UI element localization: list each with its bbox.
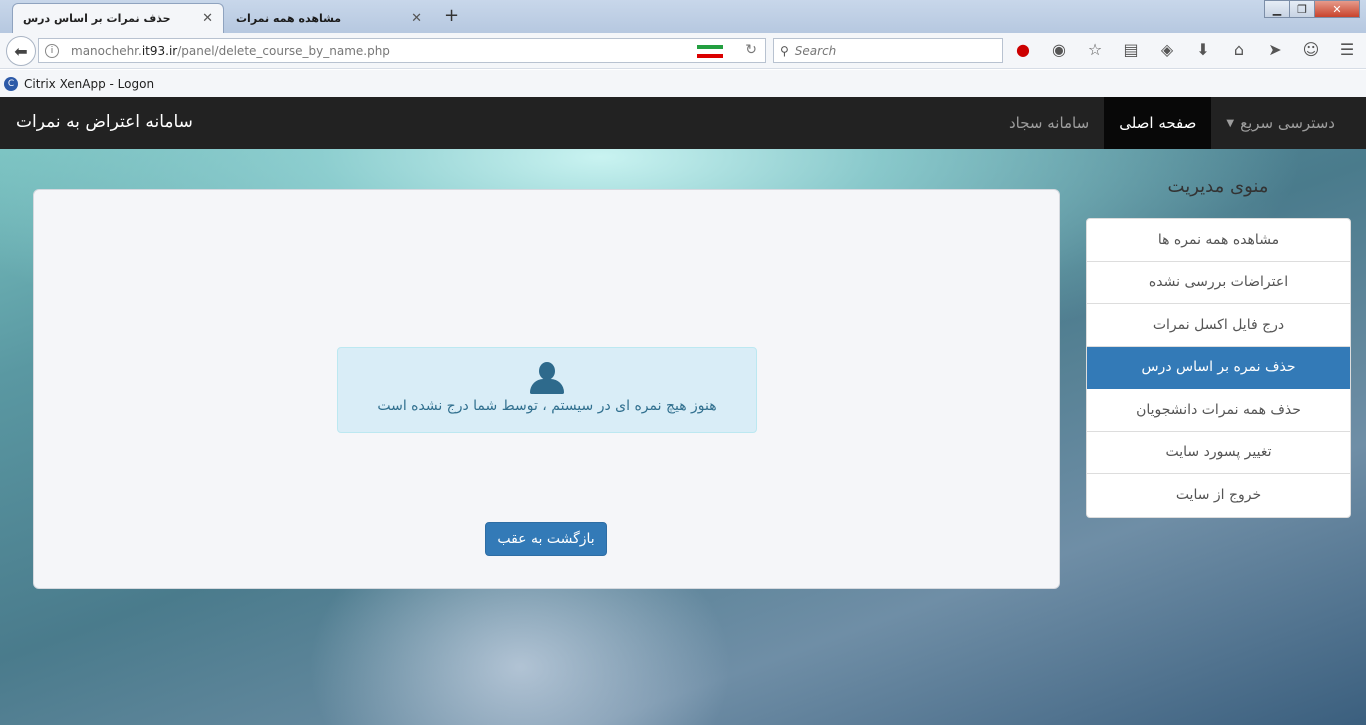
toolbar-icons: ● ◉ ☆ ▤ ◈ ⬇ ⌂ ➤ ☺ ☰: [1012, 40, 1358, 59]
admin-menu: مشاهده همه نمره ها اعتراضات بررسی نشده د…: [1086, 218, 1351, 518]
home-icon[interactable]: ⌂: [1228, 40, 1250, 59]
menu-logout[interactable]: خروج از سایت: [1087, 474, 1350, 517]
menu-change-password[interactable]: تغییر پسورد سایت: [1087, 432, 1350, 474]
main-panel: هنوز هیچ نمره ای در سیستم ، توسط شما درج…: [33, 189, 1060, 589]
nav-home-label: صفحه اصلی: [1119, 114, 1197, 132]
nav-links: دسترسی سریع ▼ صفحه اصلی سامانه سجاد: [994, 97, 1350, 149]
tab-title: حذف نمرات بر اساس درس: [23, 12, 171, 25]
nav-quick-access[interactable]: دسترسی سریع ▼: [1211, 97, 1350, 149]
search-input[interactable]: ⚲ Search: [773, 38, 1003, 63]
url-path: /panel/delete_course_by_name.php: [177, 43, 390, 58]
caret-down-icon: ▼: [1226, 117, 1235, 129]
sidebar-title: منوی مدیریت: [1167, 176, 1269, 197]
pocket-icon[interactable]: ◈: [1156, 40, 1178, 59]
nav-sajad[interactable]: سامانه سجاد: [994, 97, 1104, 149]
nav-sajad-label: سامانه سجاد: [1008, 114, 1090, 132]
tab-title: مشاهده همه نمرات: [236, 11, 342, 25]
smiley-icon[interactable]: ☺: [1300, 40, 1322, 59]
tab-active[interactable]: حذف نمرات بر اساس درس ✕: [12, 3, 224, 33]
nav-home[interactable]: صفحه اصلی: [1104, 97, 1212, 149]
nav-quick-access-label: دسترسی سریع: [1240, 114, 1335, 132]
alert-text: هنوز هیچ نمره ای در سیستم ، توسط شما درج…: [377, 398, 717, 414]
url-bar[interactable]: i manochehr.it93.ir/panel/delete_course_…: [38, 38, 766, 63]
reading-list-icon[interactable]: ▤: [1120, 40, 1142, 59]
reload-icon[interactable]: ↻: [745, 42, 757, 58]
menu-view-all-grades[interactable]: مشاهده همه نمره ها: [1087, 219, 1350, 262]
new-tab-icon[interactable]: +: [444, 5, 459, 26]
user-icon: [530, 362, 564, 394]
minimize-icon[interactable]: ▁: [1264, 0, 1290, 18]
record-icon[interactable]: ●: [1012, 40, 1034, 59]
menu-unreviewed-objections[interactable]: اعتراضات بررسی نشده: [1087, 262, 1350, 304]
back-button[interactable]: بازگشت به عقب: [485, 522, 607, 556]
search-icon: ⚲: [780, 43, 789, 58]
url-domain: it93.ir: [141, 43, 178, 58]
menu-icon[interactable]: ☰: [1336, 40, 1358, 59]
site-brand[interactable]: سامانه اعتراض به نمرات: [16, 112, 193, 132]
close-tab-icon[interactable]: ✕: [202, 11, 213, 26]
tab-inactive[interactable]: مشاهده همه نمرات ✕: [226, 3, 432, 33]
bookmarks-bar: C Citrix XenApp - Logon: [0, 70, 1366, 97]
restore-icon[interactable]: ❐: [1289, 0, 1315, 18]
menu-delete-all-grades[interactable]: حذف همه نمرات دانشجویان: [1087, 389, 1350, 432]
citrix-icon: C: [4, 76, 18, 91]
bookmark-item[interactable]: Citrix XenApp - Logon: [24, 77, 154, 91]
send-icon[interactable]: ➤: [1264, 40, 1286, 59]
menu-upload-excel[interactable]: درج فایل اکسل نمرات: [1087, 304, 1350, 347]
info-icon[interactable]: i: [45, 43, 59, 58]
menu-delete-by-course[interactable]: حذف نمره بر اساس درس: [1087, 346, 1350, 389]
browser-titlebar: حذف نمرات بر اساس درس ✕ مشاهده همه نمرات…: [0, 0, 1366, 33]
info-alert: هنوز هیچ نمره ای در سیستم ، توسط شما درج…: [337, 347, 757, 433]
url-text[interactable]: manochehr.it93.ir/panel/delete_course_by…: [71, 44, 390, 58]
iran-flag-icon: [697, 45, 723, 58]
addon-icon[interactable]: ◉: [1048, 40, 1070, 59]
url-prefix: manochehr.: [71, 43, 142, 58]
download-icon[interactable]: ⬇: [1192, 40, 1214, 59]
bookmark-star-icon[interactable]: ☆: [1084, 40, 1106, 59]
window-controls: ▁ ❐ ✕: [1264, 0, 1360, 18]
site-navbar: دسترسی سریع ▼ صفحه اصلی سامانه سجاد ساما…: [0, 97, 1366, 149]
browser-toolbar: ⬅ i manochehr.it93.ir/panel/delete_cours…: [0, 33, 1366, 69]
page-content: دسترسی سریع ▼ صفحه اصلی سامانه سجاد ساما…: [0, 97, 1366, 725]
close-window-icon[interactable]: ✕: [1314, 0, 1360, 18]
search-placeholder: Search: [794, 43, 837, 58]
back-arrow-icon[interactable]: ⬅: [6, 36, 36, 66]
close-tab-icon[interactable]: ✕: [411, 11, 422, 26]
